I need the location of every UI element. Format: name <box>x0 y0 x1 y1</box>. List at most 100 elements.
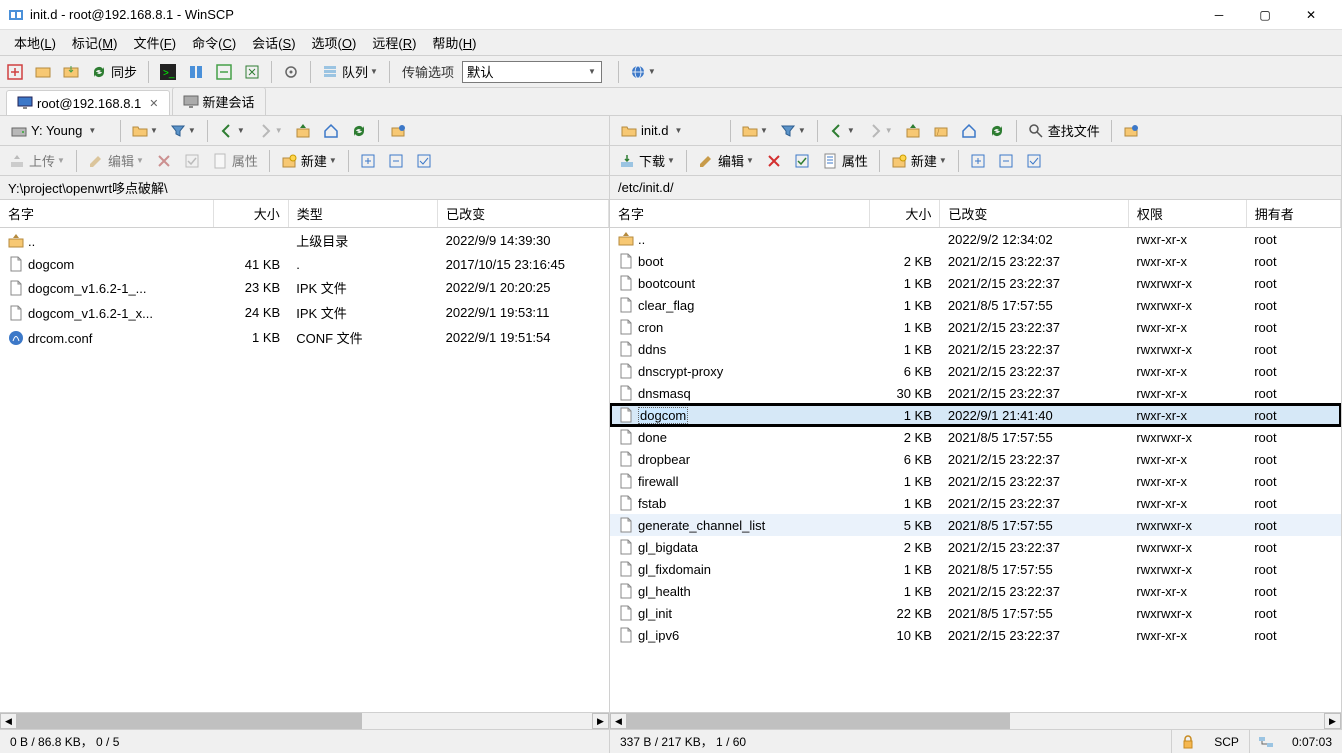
scroll-right-button[interactable]: ▶ <box>1324 713 1341 729</box>
menu-item[interactable]: 文件(F) <box>125 31 184 54</box>
col-name[interactable]: 名字 <box>0 200 214 228</box>
menu-item[interactable]: 本地(L) <box>6 31 64 54</box>
check-button[interactable] <box>1021 149 1047 173</box>
table-row[interactable]: done2 KB2021/8/5 17:57:55rwxrwxr-xroot <box>610 426 1341 448</box>
folder-open-button[interactable]: ▼ <box>127 119 163 143</box>
table-row[interactable]: ddns1 KB2021/2/15 23:22:37rwxrwxr-xroot <box>610 338 1341 360</box>
sync-button[interactable]: 同步 <box>86 60 142 84</box>
table-row[interactable]: dogcom41 KB.2017/10/15 23:16:45 <box>0 253 609 275</box>
table-row[interactable]: dogcom1 KB2022/9/1 21:41:40rwxr-xr-xroot <box>610 404 1341 426</box>
col-rights[interactable]: 权限 <box>1128 200 1246 228</box>
forward-button[interactable]: ▼ <box>862 119 898 143</box>
col-size[interactable]: 大小 <box>869 200 940 228</box>
menu-item[interactable]: 帮助(H) <box>424 31 484 54</box>
refresh-button[interactable] <box>984 119 1010 143</box>
menu-item[interactable]: 选项(O) <box>304 31 365 54</box>
plus-button[interactable] <box>355 149 381 173</box>
table-row[interactable]: dnscrypt-proxy6 KB2021/2/15 23:22:37rwxr… <box>610 360 1341 382</box>
table-row[interactable]: boot2 KB2021/2/15 23:22:37rwxr-xr-xroot <box>610 250 1341 272</box>
queue-button[interactable]: 队列 ▼ <box>317 60 383 84</box>
refresh-button[interactable] <box>346 119 372 143</box>
terminal-button[interactable]: >_ <box>155 60 181 84</box>
delete-button[interactable] <box>151 149 177 173</box>
table-row[interactable]: gl_bigdata2 KB2021/2/15 23:22:37rwxrwxr-… <box>610 536 1341 558</box>
menu-item[interactable]: 远程(R) <box>364 31 424 54</box>
minus-button[interactable] <box>993 149 1019 173</box>
toolbar-btn-3[interactable] <box>58 60 84 84</box>
toolbar-btn-7[interactable] <box>239 60 265 84</box>
scroll-right-button[interactable]: ▶ <box>592 713 609 729</box>
col-type[interactable]: 类型 <box>288 200 437 228</box>
maximize-button[interactable]: ▢ <box>1242 0 1288 30</box>
table-row[interactable]: bootcount1 KB2021/2/15 23:22:37rwxrwxr-x… <box>610 272 1341 294</box>
mark-button[interactable] <box>789 149 815 173</box>
upload-button[interactable]: 上传 ▼ <box>4 149 70 173</box>
filter-button[interactable]: ▼ <box>165 119 201 143</box>
col-name[interactable]: 名字 <box>610 200 869 228</box>
table-row[interactable]: dnsmasq30 KB2021/2/15 23:22:37rwxr-xr-xr… <box>610 382 1341 404</box>
folder-open-button[interactable]: ▼ <box>737 119 773 143</box>
scroll-left-button[interactable]: ◀ <box>610 713 627 729</box>
filter-button[interactable]: ▼ <box>775 119 811 143</box>
toolbar-btn-5[interactable] <box>183 60 209 84</box>
table-row[interactable]: gl_init22 KB2021/8/5 17:57:55rwxrwxr-xro… <box>610 602 1341 624</box>
horizontal-scrollbar[interactable]: ◀ ▶ <box>610 712 1341 729</box>
up-button[interactable] <box>290 119 316 143</box>
table-row[interactable]: cron1 KB2021/2/15 23:22:37rwxr-xr-xroot <box>610 316 1341 338</box>
mark-button[interactable] <box>179 149 205 173</box>
table-row[interactable]: dogcom_v1.6.2-1_x...24 KBIPK 文件2022/9/1 … <box>0 300 609 325</box>
download-button[interactable]: 下载 ▼ <box>614 149 680 173</box>
table-row[interactable]: clear_flag1 KB2021/8/5 17:57:55rwxrwxr-x… <box>610 294 1341 316</box>
minimize-button[interactable]: ─ <box>1196 0 1242 30</box>
tab-session[interactable]: root@192.168.8.1 ✕ <box>6 90 170 115</box>
col-owner[interactable]: 拥有者 <box>1246 200 1340 228</box>
col-changed[interactable]: 已改变 <box>438 200 609 228</box>
edit-button[interactable]: 编辑 ▼ <box>693 149 759 173</box>
scroll-left-button[interactable]: ◀ <box>0 713 17 729</box>
menu-item[interactable]: 标记(M) <box>64 31 126 54</box>
menu-item[interactable]: 会话(S) <box>244 31 303 54</box>
globe-button[interactable]: ▼ <box>625 60 661 84</box>
minus-button[interactable] <box>383 149 409 173</box>
remote-folder-button[interactable]: init.d ▼ <box>614 120 724 142</box>
up-button[interactable] <box>900 119 926 143</box>
local-filelist[interactable]: 名字 大小 类型 已改变 ..上级目录2022/9/9 14:39:30dogc… <box>0 200 609 712</box>
close-button[interactable]: ✕ <box>1288 0 1334 30</box>
table-row[interactable]: dogcom_v1.6.2-1_...23 KBIPK 文件2022/9/1 2… <box>0 275 609 300</box>
check-button[interactable] <box>411 149 437 173</box>
back-button[interactable]: ▼ <box>214 119 250 143</box>
toolbar-btn-2[interactable] <box>30 60 56 84</box>
remote-filelist[interactable]: 名字 大小 已改变 权限 拥有者 ..2022/9/2 12:34:02rwxr… <box>610 200 1341 712</box>
table-row[interactable]: gl_ipv610 KB2021/2/15 23:22:37rwxr-xr-xr… <box>610 624 1341 646</box>
table-row[interactable]: generate_channel_list5 KB2021/8/5 17:57:… <box>610 514 1341 536</box>
properties-button[interactable]: 属性 <box>207 149 263 173</box>
col-changed[interactable]: 已改变 <box>940 200 1129 228</box>
close-icon[interactable]: ✕ <box>149 97 158 110</box>
table-row[interactable]: drcom.conf1 KBCONF 文件2022/9/1 19:51:54 <box>0 325 609 350</box>
bookmark-button[interactable] <box>1118 119 1144 143</box>
forward-button[interactable]: ▼ <box>252 119 288 143</box>
table-row[interactable]: ..上级目录2022/9/9 14:39:30 <box>0 228 609 254</box>
local-drive-button[interactable]: Y: Young ▼ <box>4 120 114 142</box>
settings-button[interactable] <box>278 60 304 84</box>
toolbar-btn-6[interactable] <box>211 60 237 84</box>
edit-button[interactable]: 编辑 ▼ <box>83 149 149 173</box>
bookmark-button[interactable] <box>385 119 411 143</box>
toolbar-btn-1[interactable] <box>2 60 28 84</box>
delete-button[interactable] <box>761 149 787 173</box>
table-row[interactable]: dropbear6 KB2021/2/15 23:22:37rwxr-xr-xr… <box>610 448 1341 470</box>
home-button[interactable] <box>318 119 344 143</box>
tab-new-session[interactable]: 新建会话 <box>172 87 266 115</box>
plus-button[interactable] <box>965 149 991 173</box>
back-button[interactable]: ▼ <box>824 119 860 143</box>
new-button[interactable]: 新建 ▼ <box>886 149 952 173</box>
properties-button[interactable]: 属性 <box>817 149 873 173</box>
horizontal-scrollbar[interactable]: ◀ ▶ <box>0 712 609 729</box>
menu-item[interactable]: 命令(C) <box>184 31 244 54</box>
transfer-select[interactable] <box>462 61 602 83</box>
table-row[interactable]: ..2022/9/2 12:34:02rwxr-xr-xroot <box>610 228 1341 251</box>
table-row[interactable]: gl_fixdomain1 KB2021/8/5 17:57:55rwxrwxr… <box>610 558 1341 580</box>
new-button[interactable]: 新建 ▼ <box>276 149 342 173</box>
table-row[interactable]: gl_health1 KB2021/2/15 23:22:37rwxr-xr-x… <box>610 580 1341 602</box>
find-button[interactable]: 查找文件 <box>1023 119 1105 143</box>
